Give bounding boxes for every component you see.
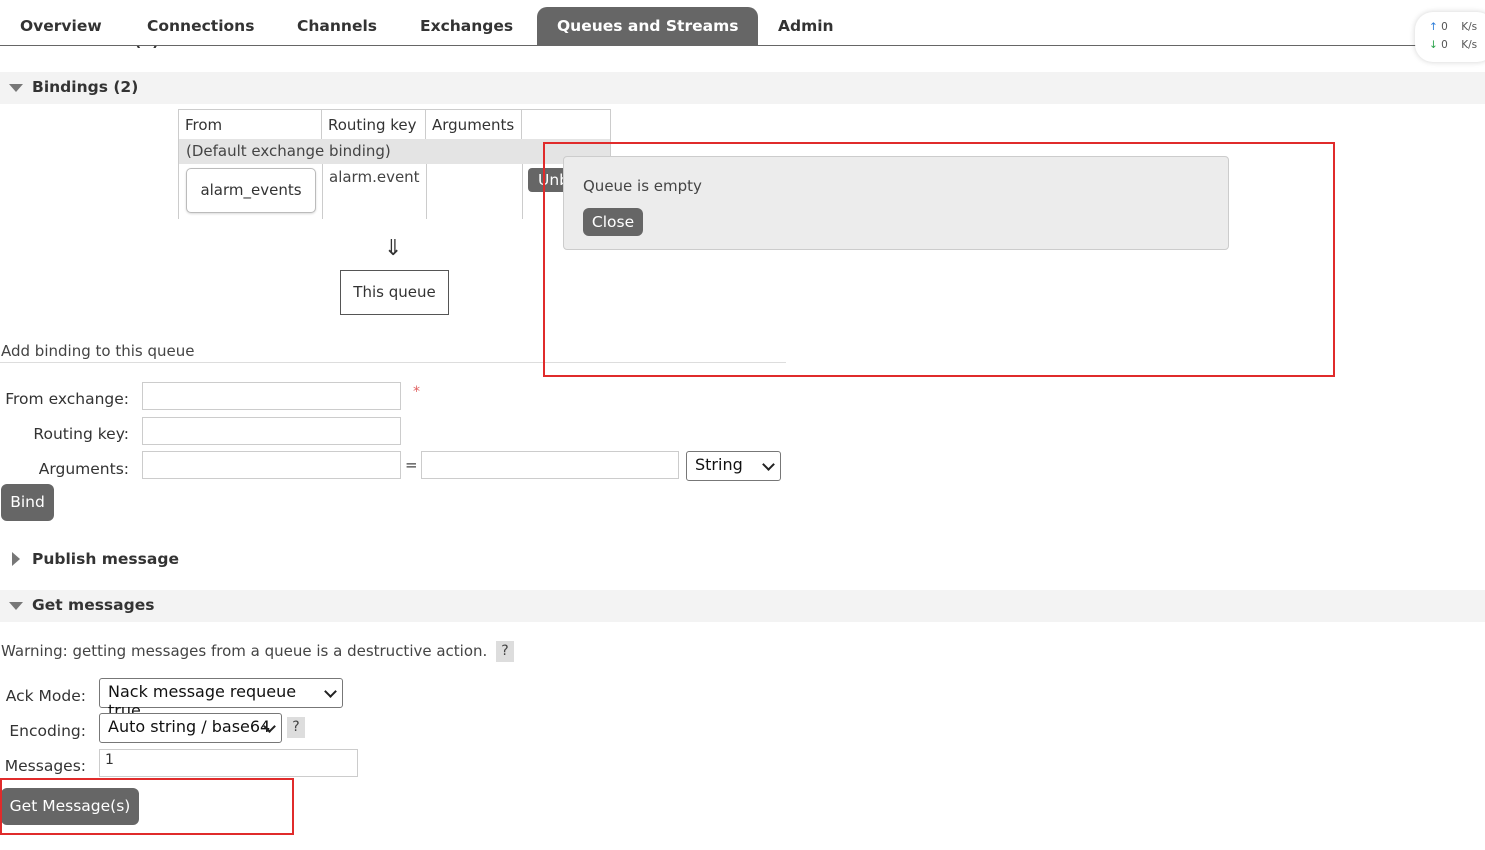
help-icon[interactable]: ? <box>496 641 514 662</box>
messages-count-input[interactable]: 1 <box>99 749 358 777</box>
argument-type-value: String <box>695 455 743 474</box>
exchange-link-alarm-events[interactable]: alarm_events <box>186 168 316 213</box>
publish-rate-unit: K/s <box>1461 21 1478 33</box>
collapse-icon <box>9 602 23 610</box>
deliver-rate: ↓ 0 K/s <box>1429 39 1485 51</box>
routing-key-input[interactable] <box>142 417 401 445</box>
from-exchange-label: From exchange: <box>5 390 129 408</box>
chevron-down-icon <box>762 458 775 471</box>
bindings-title: Bindings (2) <box>32 78 139 96</box>
ack-mode-select[interactable]: Nack message requeue true <box>99 678 343 720</box>
top-nav: Overview Connections Channels Exchanges … <box>0 0 1485 46</box>
bindings-section-header[interactable]: Bindings (2) <box>0 72 1485 104</box>
annotation-box <box>543 142 1335 377</box>
argument-key-input[interactable] <box>142 451 401 479</box>
arrow-down-double-icon: ⇓ <box>384 236 403 261</box>
routing-key-label: Routing key: <box>33 425 129 443</box>
column-header-arguments: Arguments <box>426 110 522 139</box>
tab-admin[interactable]: Admin <box>778 7 834 45</box>
arrow-up-icon: ↑ <box>1429 21 1438 33</box>
chevron-down-icon <box>324 685 337 698</box>
collapse-icon <box>9 84 23 92</box>
get-messages-title: Get messages <box>32 596 155 614</box>
message-rates-widget: ↑ 0 K/s ↓ 0 K/s <box>1415 12 1485 62</box>
annotation-box <box>0 778 294 835</box>
tab-connections[interactable]: Connections <box>147 7 254 45</box>
bind-button[interactable]: Bind <box>1 484 54 521</box>
cell-divider <box>322 164 323 219</box>
publish-message-section-header[interactable]: Publish message <box>0 544 1485 576</box>
deliver-rate-unit: K/s <box>1461 39 1478 51</box>
deliver-rate-value: 0 <box>1441 39 1448 51</box>
ack-mode-label: Ack Mode: <box>5 687 86 705</box>
publish-rate-value: 0 <box>1441 21 1448 33</box>
help-icon[interactable]: ? <box>287 717 305 738</box>
this-queue-box: This queue <box>340 270 449 315</box>
required-marker: * <box>413 384 420 400</box>
equals-sign: = <box>405 456 418 474</box>
encoding-label: Encoding: <box>9 722 86 740</box>
arguments-label: Arguments: <box>38 460 129 478</box>
publish-message-title: Publish message <box>32 550 179 568</box>
messages-label: Messages: <box>4 757 86 775</box>
routing-key-value: alarm.event <box>329 168 420 186</box>
messages-count-value: 1 <box>105 752 114 768</box>
tab-overview[interactable]: Overview <box>20 7 102 45</box>
column-header-action <box>522 110 610 139</box>
tab-channels[interactable]: Channels <box>297 7 377 45</box>
column-header-routing-key: Routing key <box>322 110 426 139</box>
destructive-warning: Warning: getting messages from a queue i… <box>1 642 488 660</box>
tab-exchanges[interactable]: Exchanges <box>420 7 513 45</box>
add-binding-heading: Add binding to this queue <box>1 342 195 360</box>
get-messages-section-header[interactable]: Get messages <box>0 590 1485 622</box>
nav-divider <box>0 45 1420 46</box>
encoding-value: Auto string / base64 <box>108 717 271 736</box>
encoding-select[interactable]: Auto string / base64 <box>99 713 282 743</box>
argument-type-select[interactable]: String <box>686 451 781 481</box>
cell-divider <box>522 164 523 219</box>
argument-value-input[interactable] <box>421 451 679 479</box>
expand-icon <box>12 552 20 566</box>
tab-queues-and-streams[interactable]: Queues and Streams <box>537 7 759 45</box>
from-exchange-input[interactable] <box>142 382 401 410</box>
publish-rate: ↑ 0 K/s <box>1429 21 1485 33</box>
cell-divider <box>426 164 427 219</box>
arrow-down-icon: ↓ <box>1429 39 1438 51</box>
column-header-from: From <box>179 110 322 139</box>
